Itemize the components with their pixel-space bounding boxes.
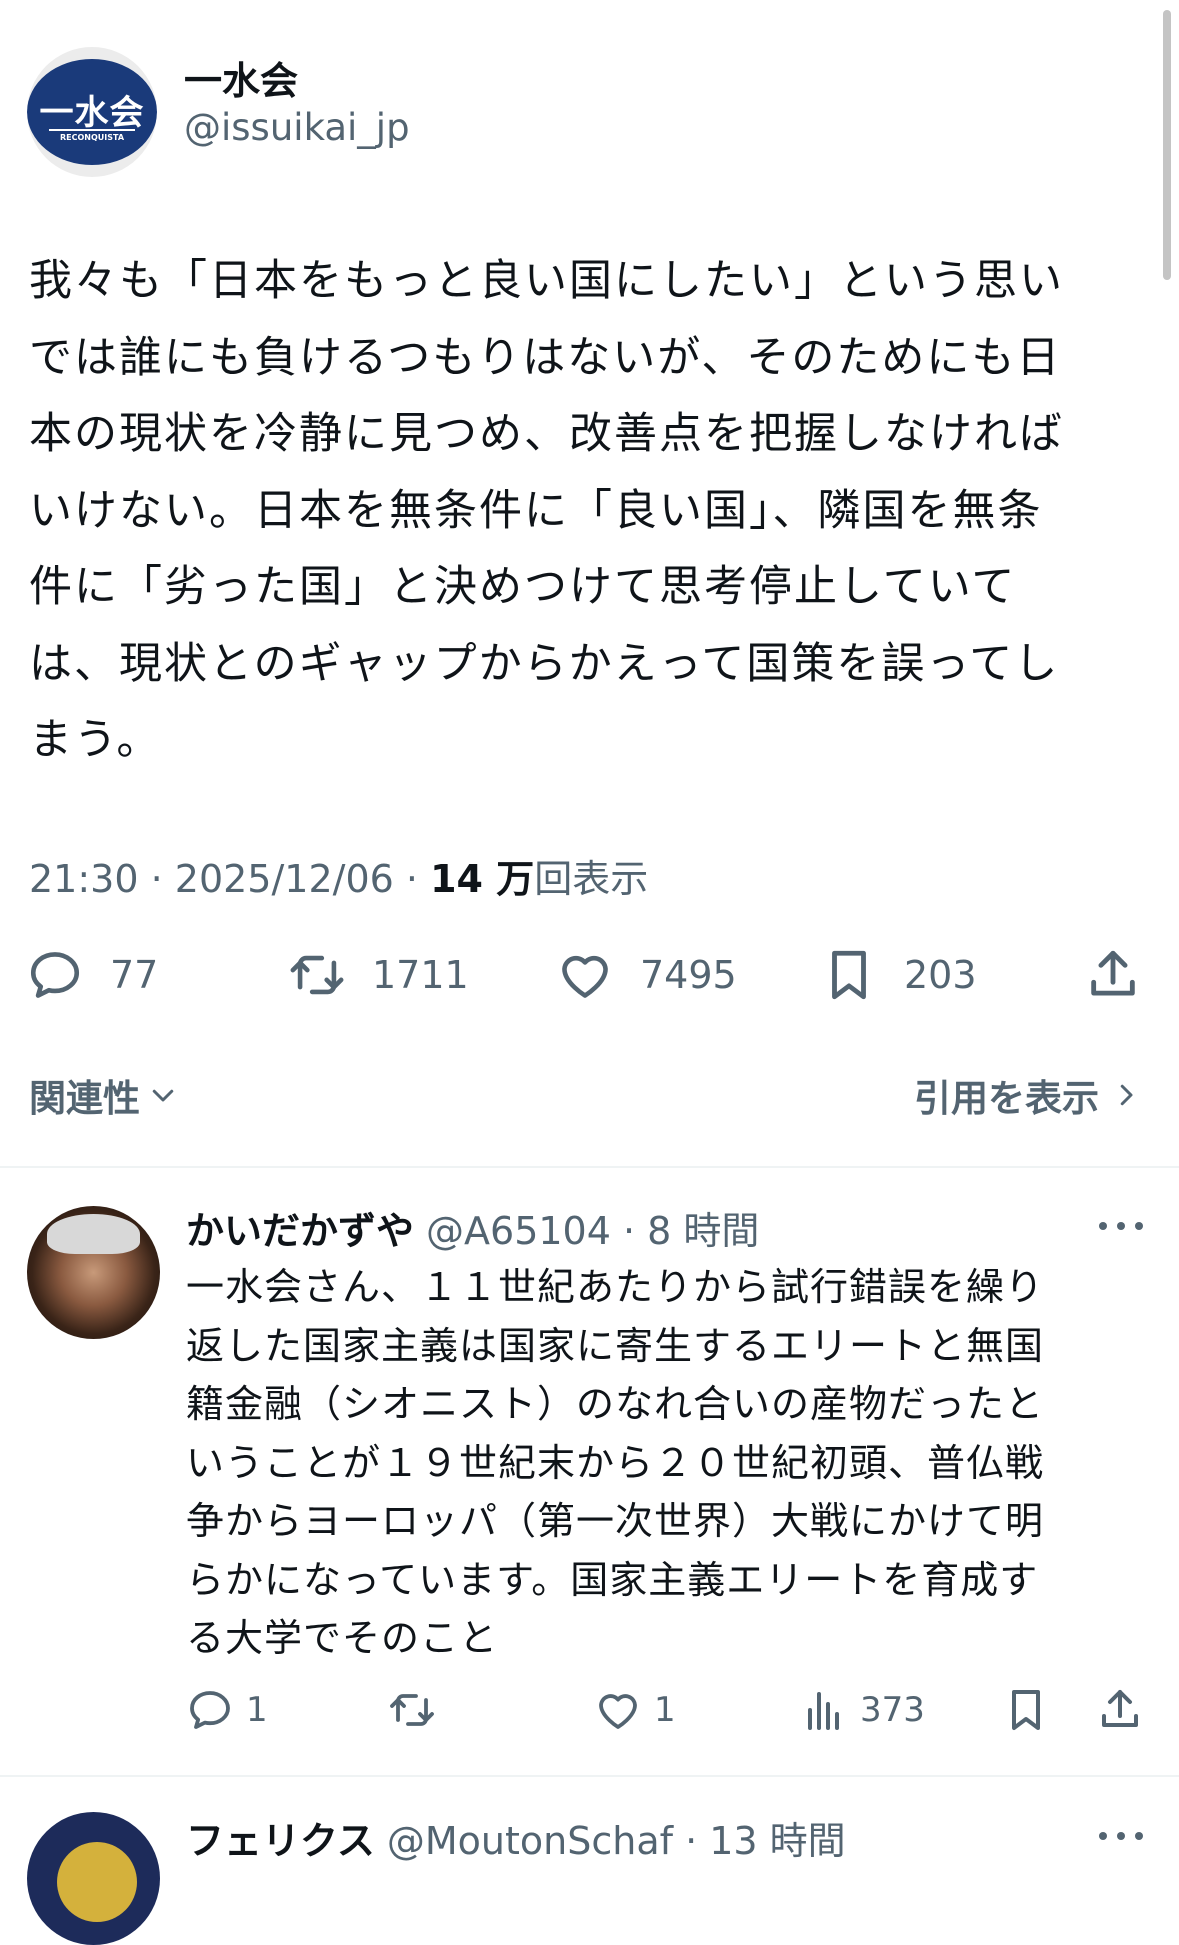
chevron-down-icon <box>152 1089 174 1102</box>
repost-icon <box>290 955 344 995</box>
reply-like-button[interactable]: 1 <box>594 1681 676 1739</box>
meta-separator: · <box>673 1819 710 1863</box>
reply-share-button[interactable] <box>1096 1681 1144 1739</box>
share-icon <box>1091 950 1135 996</box>
view-label: 回表示 <box>534 857 649 901</box>
reply-time[interactable]: 13 時間 <box>709 1819 845 1863</box>
share-icon <box>1102 1690 1138 1727</box>
repost-icon <box>390 1694 434 1726</box>
view-quotes-label: 引用を表示 <box>914 1077 1099 1120</box>
reply-reply-count: 1 <box>246 1690 268 1730</box>
reply-count: 77 <box>110 953 159 997</box>
meta-separator: · <box>405 857 431 901</box>
tweet-time[interactable]: 21:30 <box>29 857 139 901</box>
reply-handle[interactable]: @A65104 <box>426 1209 611 1253</box>
author-avatar[interactable]: 一水会 RECONQUISTA <box>27 47 157 177</box>
reply-like-count: 1 <box>654 1690 676 1730</box>
author-display-name[interactable]: 一水会 <box>184 50 298 105</box>
view-quotes-link[interactable]: 引用を表示 <box>914 1068 1141 1122</box>
author-handle[interactable]: @issuikai_jp <box>184 106 410 149</box>
reply-time[interactable]: 8 時間 <box>647 1209 759 1253</box>
reply-header: かいだかずや @A65104 · 8 時間 <box>186 1200 759 1255</box>
meta-separator: · <box>610 1209 648 1253</box>
avatar-photo-detail <box>57 1842 137 1922</box>
avatar-logo-subtext: RECONQUISTA <box>59 133 125 142</box>
reply-avatar[interactable] <box>27 1206 160 1339</box>
meta-separator: · <box>150 857 175 901</box>
heart-icon <box>562 955 608 998</box>
divider <box>0 1775 1179 1777</box>
tweet-meta: 21:30 · 2025/12/06 · 14 万回表示 <box>29 848 648 903</box>
bookmark-icon <box>1012 1690 1040 1730</box>
reply-avatar[interactable] <box>27 1812 160 1945</box>
tweet-text: 我々も「日本をもっと良い国にしたい」という思い では誰にも負けるつもりはないが、… <box>29 256 1064 765</box>
heart-icon <box>599 1694 637 1729</box>
chevron-right-icon <box>1120 1084 1133 1106</box>
avatar-photo-detail <box>47 1214 140 1254</box>
reply-icon <box>30 952 80 998</box>
repost-button[interactable]: 1711 <box>288 940 469 1010</box>
sort-dropdown[interactable]: 関連性 <box>29 1068 178 1122</box>
reply-views-button[interactable]: 373 <box>800 1681 925 1739</box>
reply-button[interactable]: 77 <box>26 940 158 1010</box>
bookmark-count: 203 <box>904 953 977 997</box>
reply-header: フェリクス @MoutonSchaf · 13 時間 <box>186 1810 846 1865</box>
reply-action-bar: 1 1 373 <box>0 1681 1179 1739</box>
repost-count: 1711 <box>372 953 469 997</box>
sort-label: 関連性 <box>29 1077 140 1120</box>
scrollbar[interactable] <box>1163 10 1171 280</box>
reply-text: 一水会さん、１１世紀あたりから試行錯誤を繰り 返した国家主義は国家に寄生するエリ… <box>186 1265 1045 1660</box>
reply-icon <box>190 1691 230 1729</box>
avatar-logo-text: 一水会 <box>39 93 145 133</box>
tweet-action-bar: 77 1711 7495 203 <box>0 940 1179 1010</box>
reply-repost-button[interactable] <box>388 1681 436 1739</box>
reply-view-count: 373 <box>860 1690 925 1730</box>
share-button[interactable] <box>1084 940 1142 1010</box>
more-icon[interactable] <box>1099 1220 1143 1232</box>
analytics-icon <box>808 1692 839 1730</box>
tweet-date[interactable]: 2025/12/06 <box>175 857 394 901</box>
bookmark-icon <box>832 950 866 1000</box>
like-count: 7495 <box>640 953 737 997</box>
reply-reply-button[interactable]: 1 <box>186 1681 268 1739</box>
bookmark-button[interactable]: 203 <box>820 940 977 1010</box>
more-icon[interactable] <box>1099 1830 1143 1842</box>
reply-display-name[interactable]: かいだかずや <box>186 1209 414 1253</box>
reply-display-name[interactable]: フェリクス <box>186 1819 375 1863</box>
divider <box>0 1166 1179 1168</box>
like-button[interactable]: 7495 <box>556 940 737 1010</box>
reply-handle[interactable]: @MoutonSchaf <box>387 1819 673 1863</box>
view-count[interactable]: 14 万 <box>430 857 534 901</box>
avatar-logo-divider <box>49 129 135 131</box>
reply-bookmark-button[interactable] <box>1002 1681 1050 1739</box>
